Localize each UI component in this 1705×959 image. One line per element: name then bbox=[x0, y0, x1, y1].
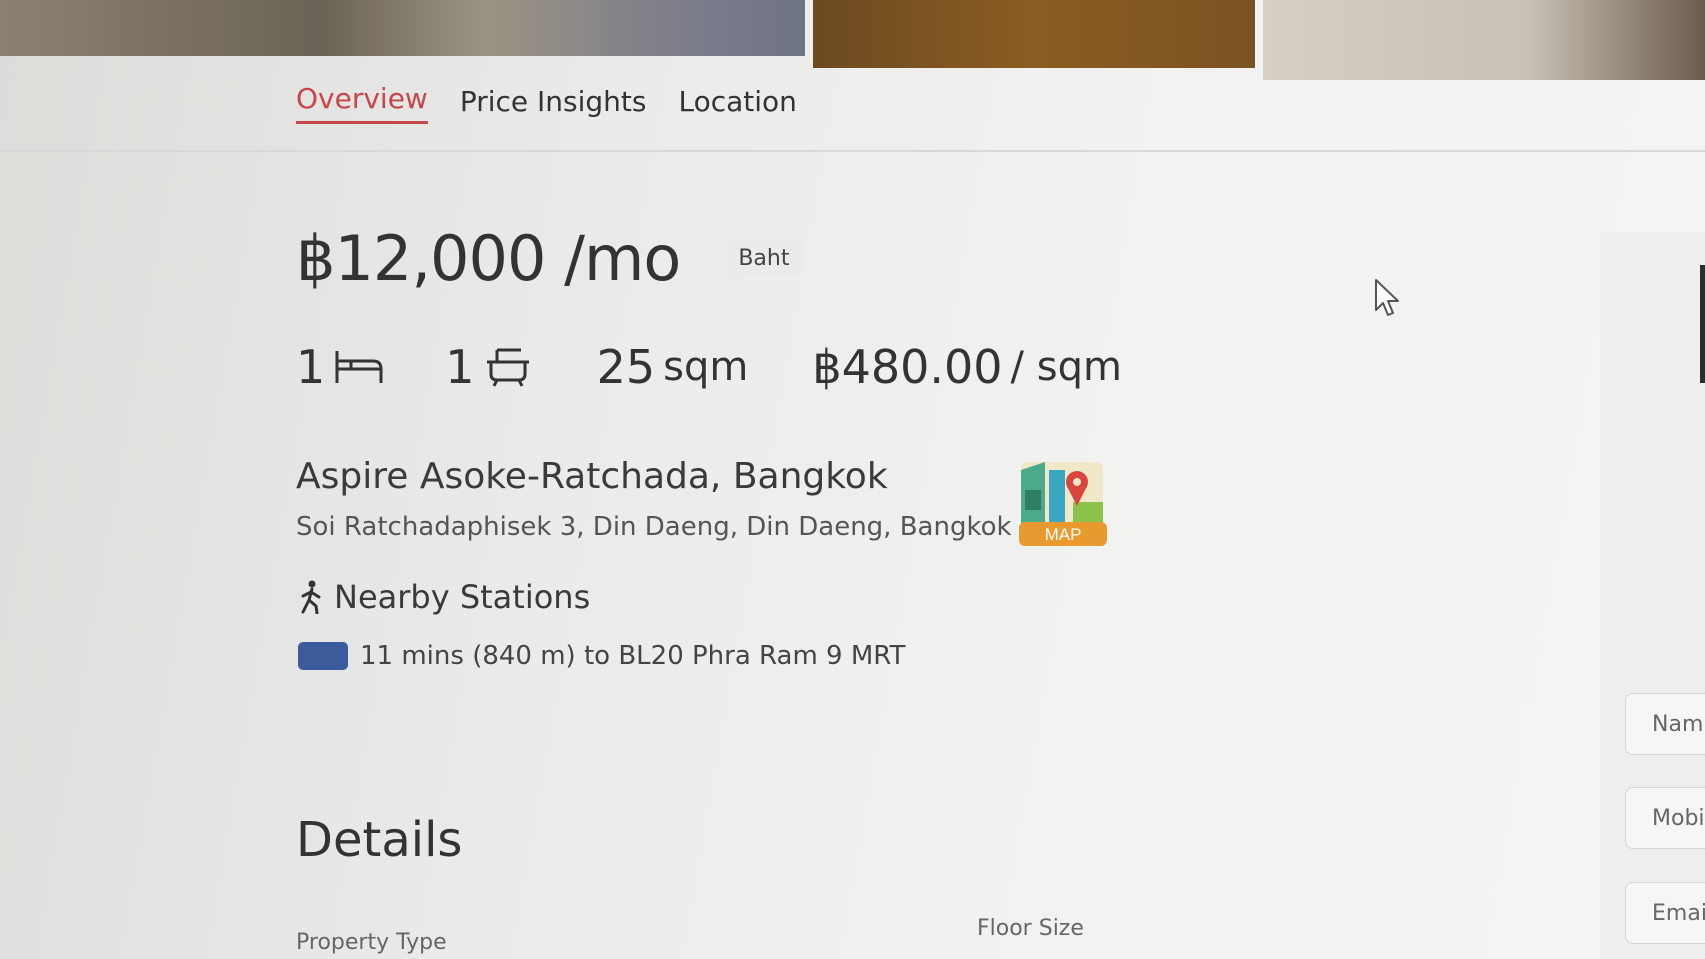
price-per-sqm-unit: / sqm bbox=[1010, 344, 1122, 390]
floor-area: 25 sqm bbox=[597, 340, 749, 394]
section-tabs: Overview Price Insights Location bbox=[296, 82, 797, 124]
bathroom-count-value: 1 bbox=[445, 340, 475, 394]
nearby-stations-title: Nearby Stations bbox=[334, 578, 591, 616]
floor-size-label: Floor Size bbox=[977, 916, 1084, 941]
gallery-photo[interactable] bbox=[0, 0, 805, 56]
bedroom-count-value: 1 bbox=[296, 340, 326, 394]
currency-badge[interactable]: Baht bbox=[724, 240, 804, 277]
bed-icon bbox=[335, 351, 383, 383]
bedroom-count: 1 bbox=[296, 340, 385, 394]
name-field[interactable]: Nam bbox=[1625, 693, 1705, 755]
gallery-photo[interactable] bbox=[1263, 0, 1705, 80]
price-row: ฿12,000 /mo Baht bbox=[296, 222, 804, 295]
mrt-line-badge bbox=[298, 642, 348, 670]
station-text: 11 mins (840 m) to BL20 Phra Ram 9 MRT bbox=[360, 641, 906, 671]
tab-price-insights[interactable]: Price Insights bbox=[460, 85, 647, 124]
price-per-sqm: ฿480.00 / sqm bbox=[812, 340, 1122, 394]
specs-row: 1 1 25 sqm ฿480.00 / sqm bbox=[296, 340, 1122, 394]
mouse-cursor-icon bbox=[1375, 279, 1399, 316]
building-name[interactable]: Aspire Asoke-Ratchada, Bangkok bbox=[296, 456, 888, 497]
email-field[interactable]: Emai bbox=[1625, 882, 1705, 944]
tab-overview[interactable]: Overview bbox=[296, 82, 428, 124]
gallery-photo[interactable] bbox=[813, 0, 1255, 68]
monthly-price: ฿12,000 /mo bbox=[296, 222, 681, 295]
contact-form-panel bbox=[1600, 232, 1705, 959]
bathtub-icon bbox=[486, 348, 529, 387]
tab-divider bbox=[0, 150, 1705, 152]
property-type-label: Property Type bbox=[296, 930, 447, 955]
map-label: MAP bbox=[1045, 525, 1082, 544]
area-value: 25 bbox=[596, 340, 656, 394]
map-pin-icon[interactable]: MAP bbox=[1015, 450, 1110, 550]
nearby-stations-heading: Nearby Stations bbox=[298, 578, 590, 616]
contact-panel-edge bbox=[1700, 265, 1705, 383]
tab-location[interactable]: Location bbox=[679, 85, 797, 124]
address: Soi Ratchadaphisek 3, Din Daeng, Din Dae… bbox=[296, 512, 1012, 542]
photo-gallery-strip bbox=[0, 0, 1705, 80]
details-heading: Details bbox=[296, 812, 463, 868]
listing-page: Overview Price Insights Location ฿12,000… bbox=[0, 0, 1705, 959]
walking-person-icon bbox=[301, 580, 321, 614]
area-unit: sqm bbox=[663, 344, 749, 390]
station-list-item: 11 mins (840 m) to BL20 Phra Ram 9 MRT bbox=[298, 641, 905, 671]
bathroom-count: 1 bbox=[445, 340, 532, 394]
mobile-field[interactable]: Mobi bbox=[1625, 787, 1705, 849]
price-per-sqm-value: ฿480.00 bbox=[812, 340, 1003, 394]
